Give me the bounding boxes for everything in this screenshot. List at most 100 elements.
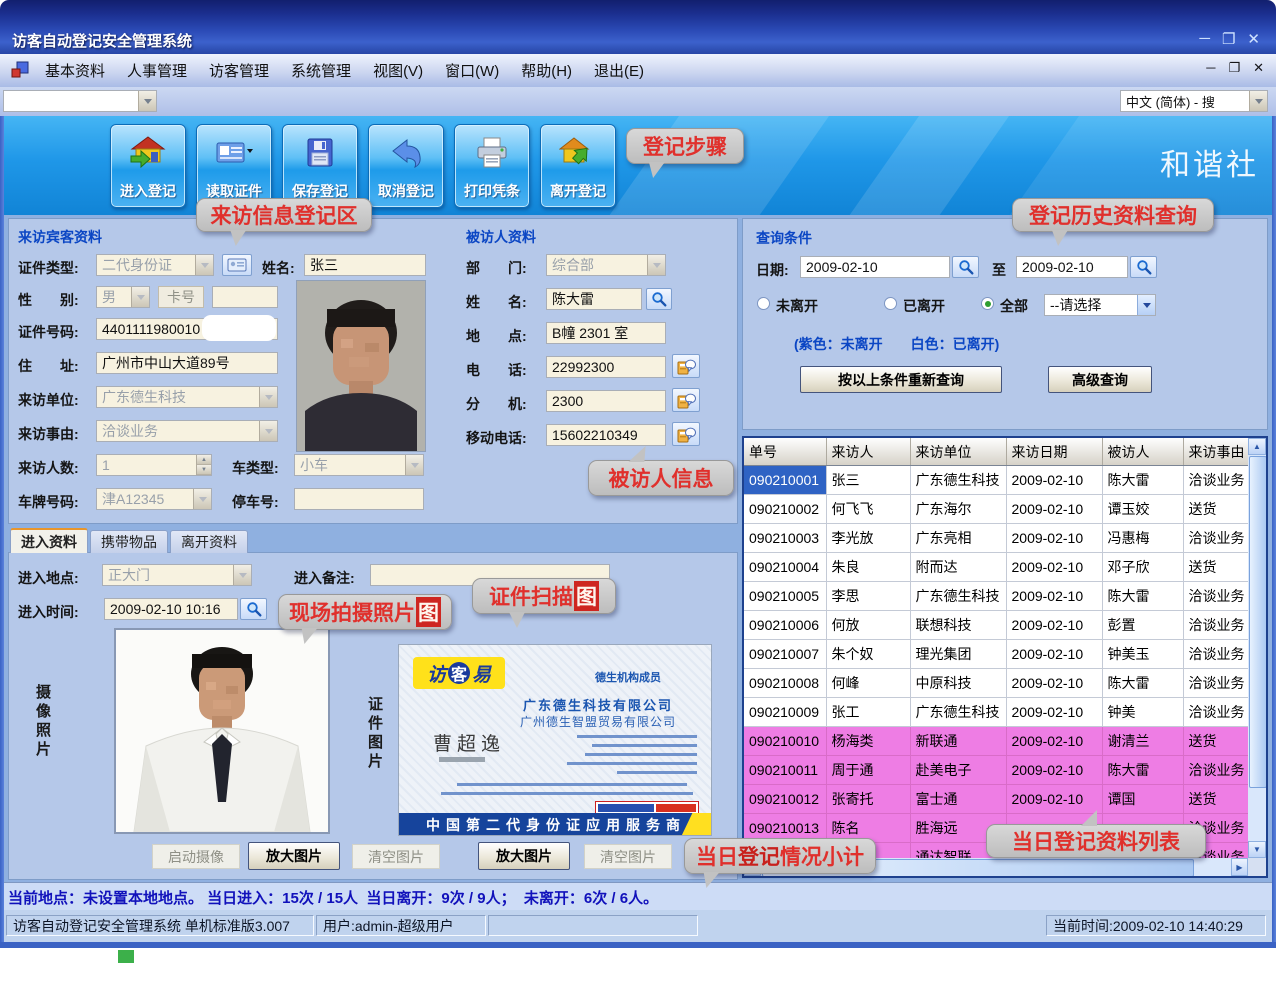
table-row[interactable]: 090210011周于通赴美电子2009-02-10陈大雷洽谈业务 (744, 756, 1248, 785)
requery-button[interactable]: 按以上条件重新查询 (800, 366, 1002, 393)
child-minimize-icon[interactable]: ─ (1206, 60, 1215, 76)
menu-item-exit[interactable]: 退出(E) (583, 60, 655, 81)
chevron-down-icon[interactable] (1137, 295, 1155, 315)
table-row[interactable]: 090210006何放联想科技2009-02-10彭置洽谈业务 (744, 611, 1248, 640)
restore-icon[interactable]: ❐ (1222, 30, 1235, 48)
col-header-reason[interactable]: 来访事由 (1183, 438, 1248, 466)
table-row[interactable]: 090210012张寄托富士通2009-02-10谭国送货 (744, 785, 1248, 814)
table-row[interactable]: 090210005李思广东德生科技2009-02-10陈大雷洽谈业务 (744, 582, 1248, 611)
visitee-name-field[interactable]: 陈大雷 (546, 288, 642, 310)
entry-time-field[interactable]: 2009-02-10 10:16 (104, 598, 238, 620)
status-spacer (488, 915, 698, 936)
status-user: 用户:admin-超级用户 (316, 915, 486, 936)
card-address-line (441, 792, 693, 795)
tab-entry-info[interactable]: 进入资料 (10, 528, 88, 553)
mobile-field[interactable]: 15602210349 (546, 424, 666, 446)
entry-time-picker-button[interactable] (240, 598, 267, 620)
tab-carried-items[interactable]: 携带物品 (90, 530, 168, 553)
table-row[interactable]: 090210007朱个奴理光集团2009-02-10钟美玉洽谈业务 (744, 640, 1248, 669)
visit-company-select[interactable]: 广东德生科技 (96, 386, 278, 408)
table-row[interactable]: 090210003李光放广东亮相2009-02-10冯惠梅洽谈业务 (744, 524, 1248, 553)
parking-field[interactable] (294, 488, 424, 510)
dial-mobile-button[interactable] (672, 422, 700, 446)
scan-id-button[interactable] (222, 254, 252, 276)
cancel-registration-button[interactable]: 取消登记 (368, 124, 444, 208)
dept-select[interactable]: 综合部 (546, 254, 666, 276)
print-receipt-button[interactable]: 打印凭条 (454, 124, 530, 208)
spinner-arrows-icon[interactable]: ▲▼ (196, 455, 211, 475)
chevron-down-icon (259, 387, 277, 407)
visitee-search-button[interactable] (646, 288, 672, 310)
radio-not-left-label[interactable]: 未离开 (776, 296, 818, 316)
table-row[interactable]: 090210002何飞飞广东海尔2009-02-10谭玉姣送货 (744, 495, 1248, 524)
gender-select[interactable]: 男 (96, 286, 150, 308)
col-header-company[interactable]: 来访单位 (910, 438, 1006, 466)
chevron-down-icon[interactable] (1249, 91, 1267, 111)
menu-item-help[interactable]: 帮助(H) (510, 60, 583, 81)
v-scroll-thumb[interactable] (1249, 456, 1267, 788)
table-row[interactable]: 090210004朱良附而达2009-02-10邓子欣送货 (744, 553, 1248, 582)
child-close-icon[interactable]: ✕ (1253, 60, 1264, 76)
ext-field[interactable]: 2300 (546, 390, 666, 412)
card-no-field[interactable] (212, 286, 278, 308)
col-header-visitor[interactable]: 来访人 (826, 438, 910, 466)
zoom-card-button[interactable]: 放大图片 (478, 842, 570, 870)
read-id-button[interactable]: 读取证件 (196, 124, 272, 208)
radio-all-label[interactable]: 全部 (1000, 296, 1028, 316)
plate-label: 车牌号码: (18, 492, 79, 512)
radio-not-left[interactable] (757, 297, 770, 310)
leave-registration-button[interactable]: 离开登记 (540, 124, 616, 208)
menu-item-basic[interactable]: 基本资料 (34, 60, 116, 81)
visitor-name-field[interactable]: 张三 (304, 254, 426, 276)
language-bar-select[interactable]: 中文 (简体) - 搜 (1120, 90, 1268, 112)
dial-phone-button[interactable] (672, 354, 700, 378)
table-row[interactable]: 090210010杨海类新联通2009-02-10谢清兰送货 (744, 727, 1248, 756)
plate-select[interactable]: 津A12345 (96, 488, 212, 510)
chevron-down-icon[interactable] (138, 91, 156, 111)
enter-registration-button[interactable]: 进入登记 (110, 124, 186, 208)
table-row[interactable]: 090210009张工广东德生科技2009-02-10钟美洽谈业务 (744, 698, 1248, 727)
id-type-select[interactable]: 二代身份证 (96, 254, 214, 276)
col-header-no[interactable]: 单号 (744, 438, 826, 466)
date-to-field[interactable]: 2009-02-10 (1016, 256, 1128, 278)
filter-select[interactable]: --请选择 (1044, 294, 1156, 316)
radio-left[interactable] (884, 297, 897, 310)
scroll-up-icon[interactable]: ▲ (1248, 438, 1266, 455)
clear-photo-button[interactable]: 清空图片 (352, 844, 440, 869)
scroll-down-icon[interactable]: ▼ (1248, 841, 1266, 858)
save-registration-button[interactable]: 保存登记 (282, 124, 358, 208)
card-no-button[interactable]: 卡号 (158, 286, 204, 308)
menu-item-view[interactable]: 视图(V) (362, 60, 434, 81)
menu-item-window[interactable]: 窗口(W) (434, 60, 510, 81)
table-row[interactable]: 090210008何峰中原科技2009-02-10陈大雷洽谈业务 (744, 669, 1248, 698)
vehicle-type-select[interactable]: 小车 (294, 454, 424, 476)
start-camera-button[interactable]: 启动摄像 (152, 844, 240, 869)
col-header-visitee[interactable]: 被访人 (1102, 438, 1183, 466)
minimize-icon[interactable]: ─ (1199, 30, 1210, 48)
close-icon[interactable]: ✕ (1247, 30, 1260, 48)
menu-item-visitor[interactable]: 访客管理 (198, 60, 280, 81)
address-field[interactable]: 广州市中山大道89号 (96, 352, 278, 374)
zoom-photo-button[interactable]: 放大图片 (248, 842, 340, 870)
radio-all[interactable] (981, 297, 994, 310)
phone-field[interactable]: 22992300 (546, 356, 666, 378)
date-to-picker-button[interactable] (1130, 256, 1157, 278)
col-header-date[interactable]: 来访日期 (1006, 438, 1102, 466)
radio-left-label[interactable]: 已离开 (903, 296, 945, 316)
advanced-query-button[interactable]: 高级查询 (1048, 366, 1152, 393)
menu-item-system[interactable]: 系统管理 (280, 60, 362, 81)
child-restore-icon[interactable]: ❐ (1228, 60, 1240, 76)
date-from-field[interactable]: 2009-02-10 (800, 256, 950, 278)
visitor-count-stepper[interactable]: 1 ▲▼ (96, 454, 212, 476)
entry-place-select[interactable]: 正大门 (102, 564, 252, 586)
tab-leave-info[interactable]: 离开资料 (170, 530, 248, 553)
quick-search-combo[interactable] (3, 90, 157, 112)
scroll-right-icon[interactable]: ▶ (1231, 858, 1248, 876)
place-field[interactable]: B幢 2301 室 (546, 322, 666, 344)
dial-ext-button[interactable] (672, 388, 700, 412)
clear-card-button[interactable]: 清空图片 (584, 844, 672, 869)
menu-item-hr[interactable]: 人事管理 (116, 60, 198, 81)
date-from-picker-button[interactable] (952, 256, 979, 278)
visit-reason-select[interactable]: 洽谈业务 (96, 420, 278, 442)
table-row[interactable]: 090210001张三广东德生科技2009-02-10陈大雷洽谈业务 (744, 466, 1248, 495)
